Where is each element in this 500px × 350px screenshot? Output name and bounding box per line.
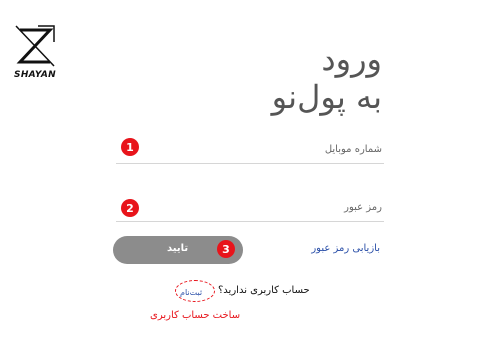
logo-text: SHAYAN — [14, 70, 56, 80]
password-input[interactable] — [116, 194, 384, 221]
password-field[interactable] — [116, 194, 384, 222]
signup-row: ثبت‌نام — [176, 284, 206, 300]
step-badge-2: 2 — [121, 199, 139, 217]
shayan-logo: SHAYAN — [10, 22, 60, 82]
step-badge-1: 1 — [121, 138, 139, 156]
logo-mark-icon — [15, 25, 55, 67]
forgot-password-link[interactable]: بازیابی رمز عبور — [311, 243, 380, 254]
step-badge-3: 3 — [217, 240, 235, 258]
signup-link[interactable]: ثبت‌نام — [176, 288, 206, 297]
page-subtitle: به پول‌نو — [271, 78, 382, 116]
mobile-field[interactable] — [116, 136, 384, 164]
page-title: ورود — [321, 40, 382, 78]
create-account-note: ساخت حساب کاربری — [150, 310, 241, 321]
mobile-input[interactable] — [116, 136, 384, 163]
no-account-text: حساب کاربری ندارید؟ — [218, 285, 310, 296]
submit-button-label: تایید — [167, 243, 189, 254]
